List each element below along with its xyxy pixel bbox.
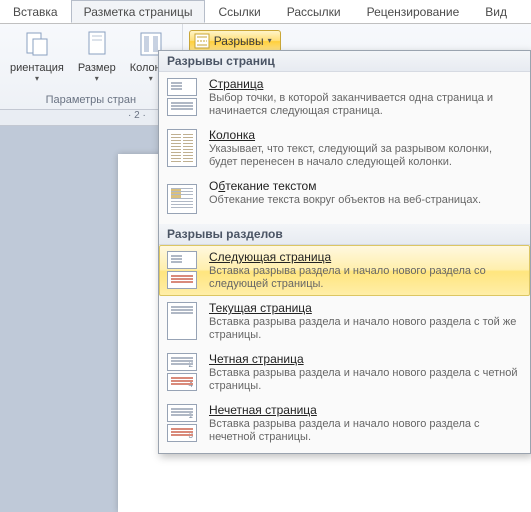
tab-insert[interactable]: Вставка — [0, 0, 71, 23]
chevron-down-icon: ▾ — [268, 38, 272, 44]
ribbon-tabs: Вставка Разметка страницы Ссылки Рассылк… — [0, 0, 531, 24]
even-page-icon — [165, 352, 199, 392]
menu-item-column[interactable]: Колонка Указывает, что текст, следующий … — [159, 123, 530, 174]
chevron-down-icon: ▾ — [149, 76, 153, 82]
orientation-icon — [21, 28, 53, 60]
page-setup-group: риентация ▾ Размер ▾ Колонки ▾ Параметры… — [0, 24, 183, 109]
menu-item-page[interactable]: Страница Выбор точки, в которой заканчив… — [159, 72, 530, 123]
size-button[interactable]: Размер ▾ — [74, 26, 120, 84]
menu-item-even-page[interactable]: Четная страница Вставка разрыва раздела … — [159, 347, 530, 398]
menu-item-next-page[interactable]: Следующая страница Вставка разрыва разде… — [159, 245, 530, 296]
tab-links[interactable]: Ссылки — [205, 0, 273, 23]
page-break-icon — [165, 77, 199, 117]
breaks-button[interactable]: Разрывы ▾ — [189, 30, 281, 52]
menu-item-odd-page[interactable]: Нечетная страница Вставка разрыва раздел… — [159, 398, 530, 449]
odd-page-icon — [165, 403, 199, 443]
menu-item-text-wrapping[interactable]: Обтекание текстом Обтекание текста вокру… — [159, 174, 530, 224]
breaks-menu: Разрывы страниц Страница Выбор точки, в … — [158, 50, 531, 454]
tab-mailings[interactable]: Рассылки — [274, 0, 354, 23]
menu-section-section-breaks: Разрывы разделов — [159, 224, 530, 245]
tab-view[interactable]: Вид — [472, 0, 520, 23]
next-page-icon — [165, 250, 199, 290]
column-break-icon — [165, 128, 199, 168]
text-wrapping-icon — [165, 179, 199, 219]
breaks-icon — [194, 33, 210, 49]
tab-review[interactable]: Рецензирование — [354, 0, 473, 23]
tab-page-layout[interactable]: Разметка страницы — [71, 0, 206, 23]
menu-section-page-breaks: Разрывы страниц — [159, 51, 530, 72]
size-icon — [81, 28, 113, 60]
group-label: Параметры стран — [46, 92, 137, 109]
orientation-button[interactable]: риентация ▾ — [6, 26, 68, 84]
menu-item-continuous[interactable]: Текущая страница Вставка разрыва раздела… — [159, 296, 530, 347]
chevron-down-icon: ▾ — [95, 76, 99, 82]
continuous-icon — [165, 301, 199, 341]
chevron-down-icon: ▾ — [35, 76, 39, 82]
